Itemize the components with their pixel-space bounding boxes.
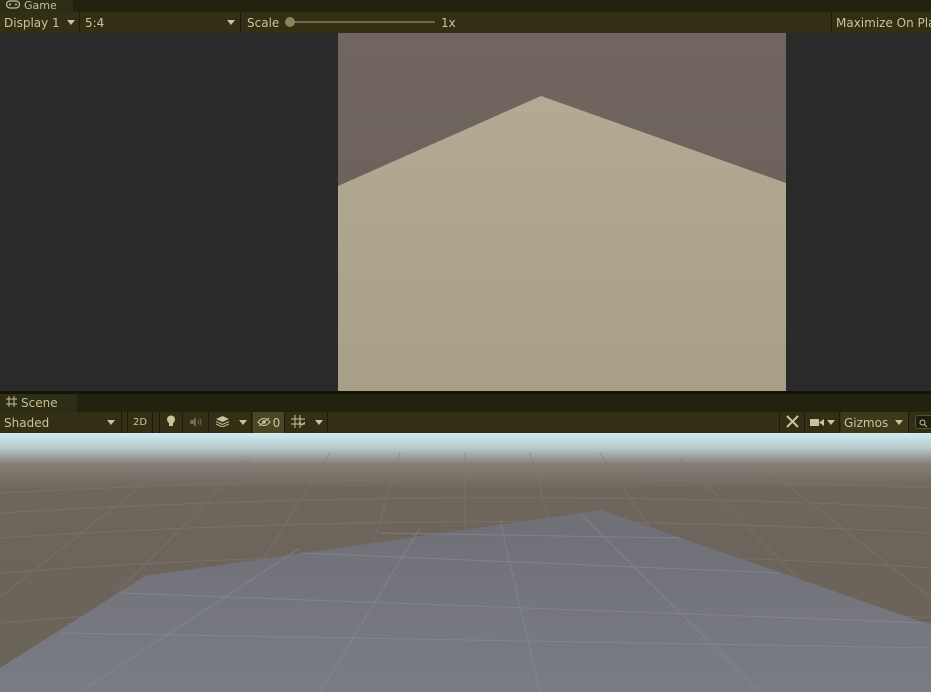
effects-toggle-button[interactable] — [209, 412, 235, 433]
scale-slider-track[interactable] — [287, 21, 435, 23]
chevron-down-icon — [314, 420, 323, 425]
chevron-down-icon — [107, 420, 115, 425]
eye-hidden-icon — [257, 416, 271, 430]
scale-label: Scale — [247, 15, 280, 30]
camera-settings-button[interactable] — [806, 412, 840, 433]
scene-tab-bar: Scene — [0, 394, 931, 413]
scene-visibility-toggle[interactable]: 0 — [253, 412, 285, 433]
game-render-image — [338, 33, 786, 391]
display-dropdown[interactable]: Display 1 — [0, 12, 80, 33]
scene-tab-label: Scene — [21, 396, 58, 410]
2d-toggle-button[interactable]: 2D — [127, 412, 153, 433]
effects-dropdown[interactable] — [235, 412, 252, 433]
maximize-on-play-toggle[interactable]: Maximize On Play — [831, 12, 931, 33]
shading-mode-dropdown[interactable]: Shaded — [0, 412, 122, 433]
tools-button[interactable] — [779, 412, 805, 433]
chevron-down-icon — [827, 420, 835, 425]
maximize-on-play-label: Maximize On Play — [836, 15, 931, 30]
effects-layers-icon — [215, 415, 229, 430]
audio-icon — [190, 416, 202, 430]
hidden-count: 0 — [272, 415, 281, 430]
display-value: Display 1 — [4, 15, 60, 30]
scene-search-field[interactable] — [915, 415, 931, 429]
scene-tab[interactable]: Scene — [0, 394, 77, 412]
scene-toolbar: Shaded 2D 0 Gizmos — [0, 412, 931, 434]
lighting-toggle-button[interactable] — [159, 412, 183, 433]
scale-slider-knob[interactable] — [285, 17, 295, 27]
game-tab[interactable]: Game — [0, 0, 73, 12]
lightbulb-icon — [166, 415, 176, 430]
shading-mode-value: Shaded — [4, 415, 50, 430]
game-toolbar: Display 1 5:4 Scale 1x Maximize On Play — [0, 12, 931, 34]
chevron-down-icon — [895, 420, 903, 425]
audio-toggle-button[interactable] — [184, 412, 209, 433]
gizmos-label: Gizmos — [844, 415, 889, 430]
grid-snap-dropdown[interactable] — [310, 412, 328, 433]
tools-icon — [785, 414, 799, 431]
scale-value: 1x — [441, 15, 456, 30]
gizmos-dropdown[interactable]: Gizmos — [841, 412, 909, 433]
scene-render-image — [0, 433, 931, 692]
aspect-value: 5:4 — [85, 15, 105, 30]
gamepad-icon — [5, 0, 21, 12]
2d-label: 2D — [132, 417, 148, 428]
grid-snap-toggle[interactable] — [286, 412, 310, 433]
aspect-dropdown[interactable]: 5:4 — [81, 12, 241, 33]
chevron-down-icon — [227, 20, 235, 25]
game-tab-label: Game — [24, 0, 57, 12]
grid-snap-icon — [291, 414, 306, 431]
scene-viewport[interactable] — [0, 433, 931, 692]
grid-icon — [6, 396, 17, 410]
search-icon — [919, 417, 928, 431]
chevron-down-icon — [239, 420, 247, 425]
camera-icon — [810, 416, 824, 430]
chevron-down-icon — [67, 20, 75, 25]
game-render-viewport[interactable] — [338, 33, 786, 391]
